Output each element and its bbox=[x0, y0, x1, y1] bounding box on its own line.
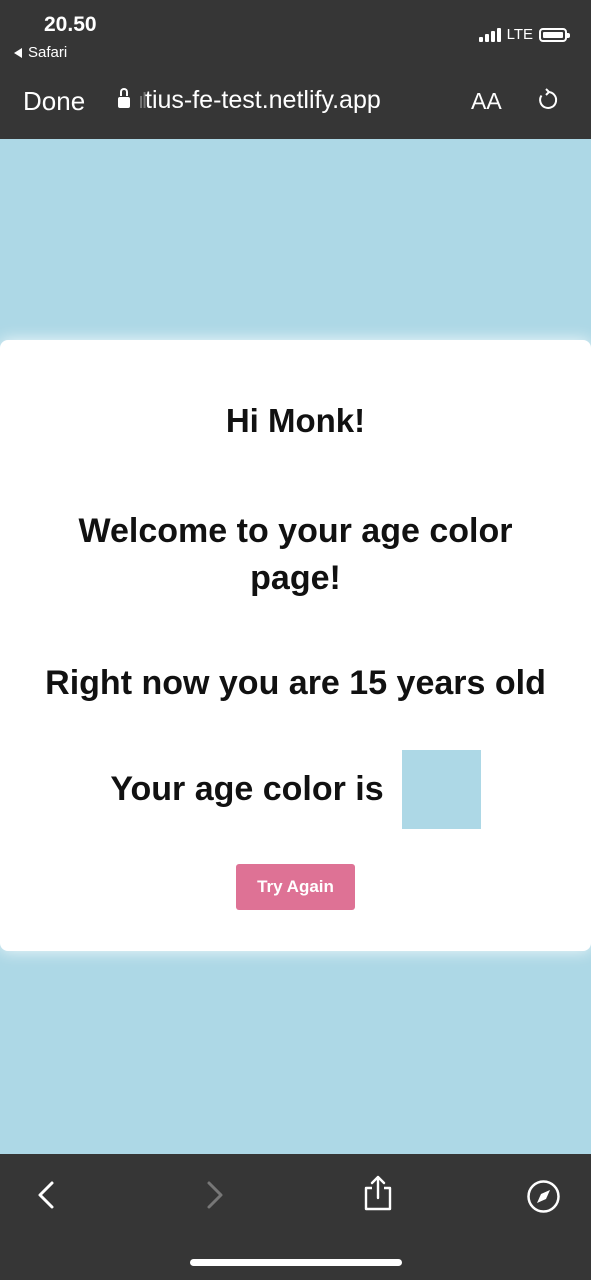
back-triangle-icon bbox=[14, 47, 22, 58]
done-button[interactable]: Done bbox=[23, 86, 85, 117]
reload-icon[interactable] bbox=[536, 88, 560, 112]
forward-icon[interactable] bbox=[201, 1180, 227, 1210]
text-size-button[interactable]: AA bbox=[471, 88, 502, 115]
age-color-card: Hi Monk! Welcome to your age color page!… bbox=[0, 340, 591, 951]
greeting-heading: Hi Monk! bbox=[225, 402, 366, 439]
signal-icon bbox=[478, 27, 501, 42]
age-text: Right now you are 15 years old bbox=[45, 664, 546, 702]
lock-icon bbox=[118, 87, 130, 110]
back-icon[interactable] bbox=[34, 1180, 60, 1210]
address-bar[interactable]: ıltius-fe-test.netlify.app bbox=[118, 86, 381, 115]
share-icon[interactable] bbox=[361, 1174, 395, 1212]
compass-icon[interactable] bbox=[526, 1179, 561, 1214]
age-color-swatch bbox=[401, 750, 481, 829]
age-color-label: Your age color is bbox=[110, 770, 384, 808]
top-chrome: 20.50 Safari LTE Done ıltius-fe-test.net… bbox=[0, 0, 591, 139]
age-color-row: Your age color is bbox=[0, 750, 591, 829]
home-indicator[interactable] bbox=[190, 1259, 402, 1266]
network-label: LTE bbox=[506, 26, 533, 43]
status-indicators: LTE bbox=[478, 26, 570, 43]
welcome-heading: Welcome to your age color page! bbox=[78, 512, 513, 597]
back-app-label: Safari bbox=[28, 44, 68, 61]
text-size-label: AA bbox=[471, 88, 502, 114]
battery-icon bbox=[539, 27, 570, 42]
url-faded-prefix: ıl bbox=[138, 88, 147, 113]
back-to-app-button[interactable]: Safari bbox=[14, 44, 67, 61]
status-time: 20.50 bbox=[44, 13, 97, 36]
try-again-button[interactable]: Try Again bbox=[236, 864, 355, 910]
url-text: tius-fe-test.netlify.app bbox=[145, 86, 381, 114]
